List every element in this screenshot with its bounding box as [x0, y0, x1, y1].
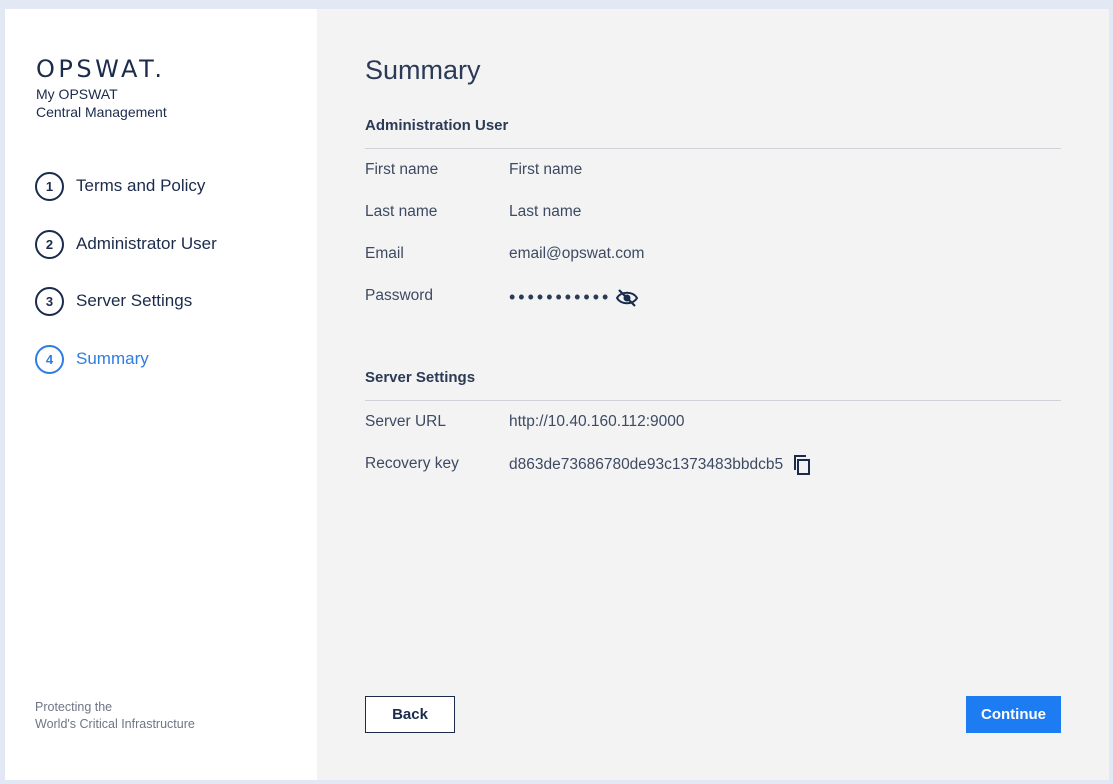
- server-section-divider: [365, 400, 1061, 401]
- tagline-line1: Protecting the: [35, 700, 113, 714]
- field-label: First name: [365, 161, 439, 178]
- password-value: •••••••••••: [509, 287, 639, 308]
- back-button[interactable]: Back: [365, 696, 455, 733]
- tagline-line2: World's Critical Infrastructure: [35, 717, 195, 731]
- product-name-line1: My OPSWAT: [36, 86, 118, 102]
- page-title: Summary: [365, 55, 481, 85]
- field-row-last-name: Last name Last name: [365, 203, 1061, 227]
- step-summary[interactable]: 4 Summary: [35, 344, 149, 374]
- copy-icon[interactable]: [793, 455, 811, 475]
- password-masked: •••••••••••: [509, 287, 612, 307]
- field-label: Email: [365, 245, 404, 262]
- field-row-password: Password •••••••••••: [365, 287, 1061, 311]
- step-number: 4: [35, 344, 64, 374]
- recovery-key-value: d863de73686780de93c1373483bbdcb5: [509, 455, 811, 475]
- field-row-server-url: Server URL http://10.40.160.112:9000: [365, 413, 1061, 437]
- field-value: http://10.40.160.112:9000: [509, 413, 685, 430]
- opswat-logo: OPSWAT.: [36, 55, 166, 83]
- recovery-key-text: d863de73686780de93c1373483bbdcb5: [509, 456, 784, 473]
- field-row-recovery-key: Recovery key d863de73686780de93c1373483b…: [365, 455, 1061, 479]
- product-name: My OPSWAT Central Management: [36, 85, 167, 121]
- field-label: Password: [365, 287, 434, 304]
- step-terms-and-policy[interactable]: 1 Terms and Policy: [35, 171, 205, 201]
- step-label: Summary: [76, 349, 149, 368]
- field-row-first-name: First name First name: [365, 161, 1061, 185]
- step-number: 1: [35, 171, 64, 201]
- summary-panel: Summary Administration User First name F…: [317, 9, 1109, 780]
- step-label: Administrator User: [76, 234, 217, 253]
- setup-wizard: OPSWAT. My OPSWAT Central Management 1 T…: [5, 9, 1109, 780]
- step-server-settings[interactable]: 3 Server Settings: [35, 286, 192, 316]
- admin-section-divider: [365, 148, 1061, 149]
- field-label: Recovery key: [365, 455, 459, 472]
- field-row-email: Email email@opswat.com: [365, 245, 1061, 269]
- field-value: email@opswat.com: [509, 245, 645, 262]
- field-value: First name: [509, 161, 583, 178]
- sidebar: OPSWAT. My OPSWAT Central Management 1 T…: [5, 9, 317, 780]
- product-name-line2: Central Management: [36, 104, 167, 120]
- field-label: Last name: [365, 203, 438, 220]
- field-label: Server URL: [365, 413, 446, 430]
- step-number: 2: [35, 229, 64, 259]
- continue-button[interactable]: Continue: [966, 696, 1061, 733]
- step-administrator-user[interactable]: 2 Administrator User: [35, 229, 217, 259]
- field-value: Last name: [509, 203, 582, 220]
- server-section-heading: Server Settings: [365, 369, 476, 386]
- step-number: 3: [35, 286, 64, 316]
- step-label: Terms and Policy: [76, 176, 206, 195]
- tagline: Protecting the World's Critical Infrastr…: [35, 699, 195, 733]
- step-label: Server Settings: [76, 291, 193, 310]
- admin-section-heading: Administration User: [365, 117, 509, 134]
- eye-off-icon[interactable]: [615, 288, 639, 308]
